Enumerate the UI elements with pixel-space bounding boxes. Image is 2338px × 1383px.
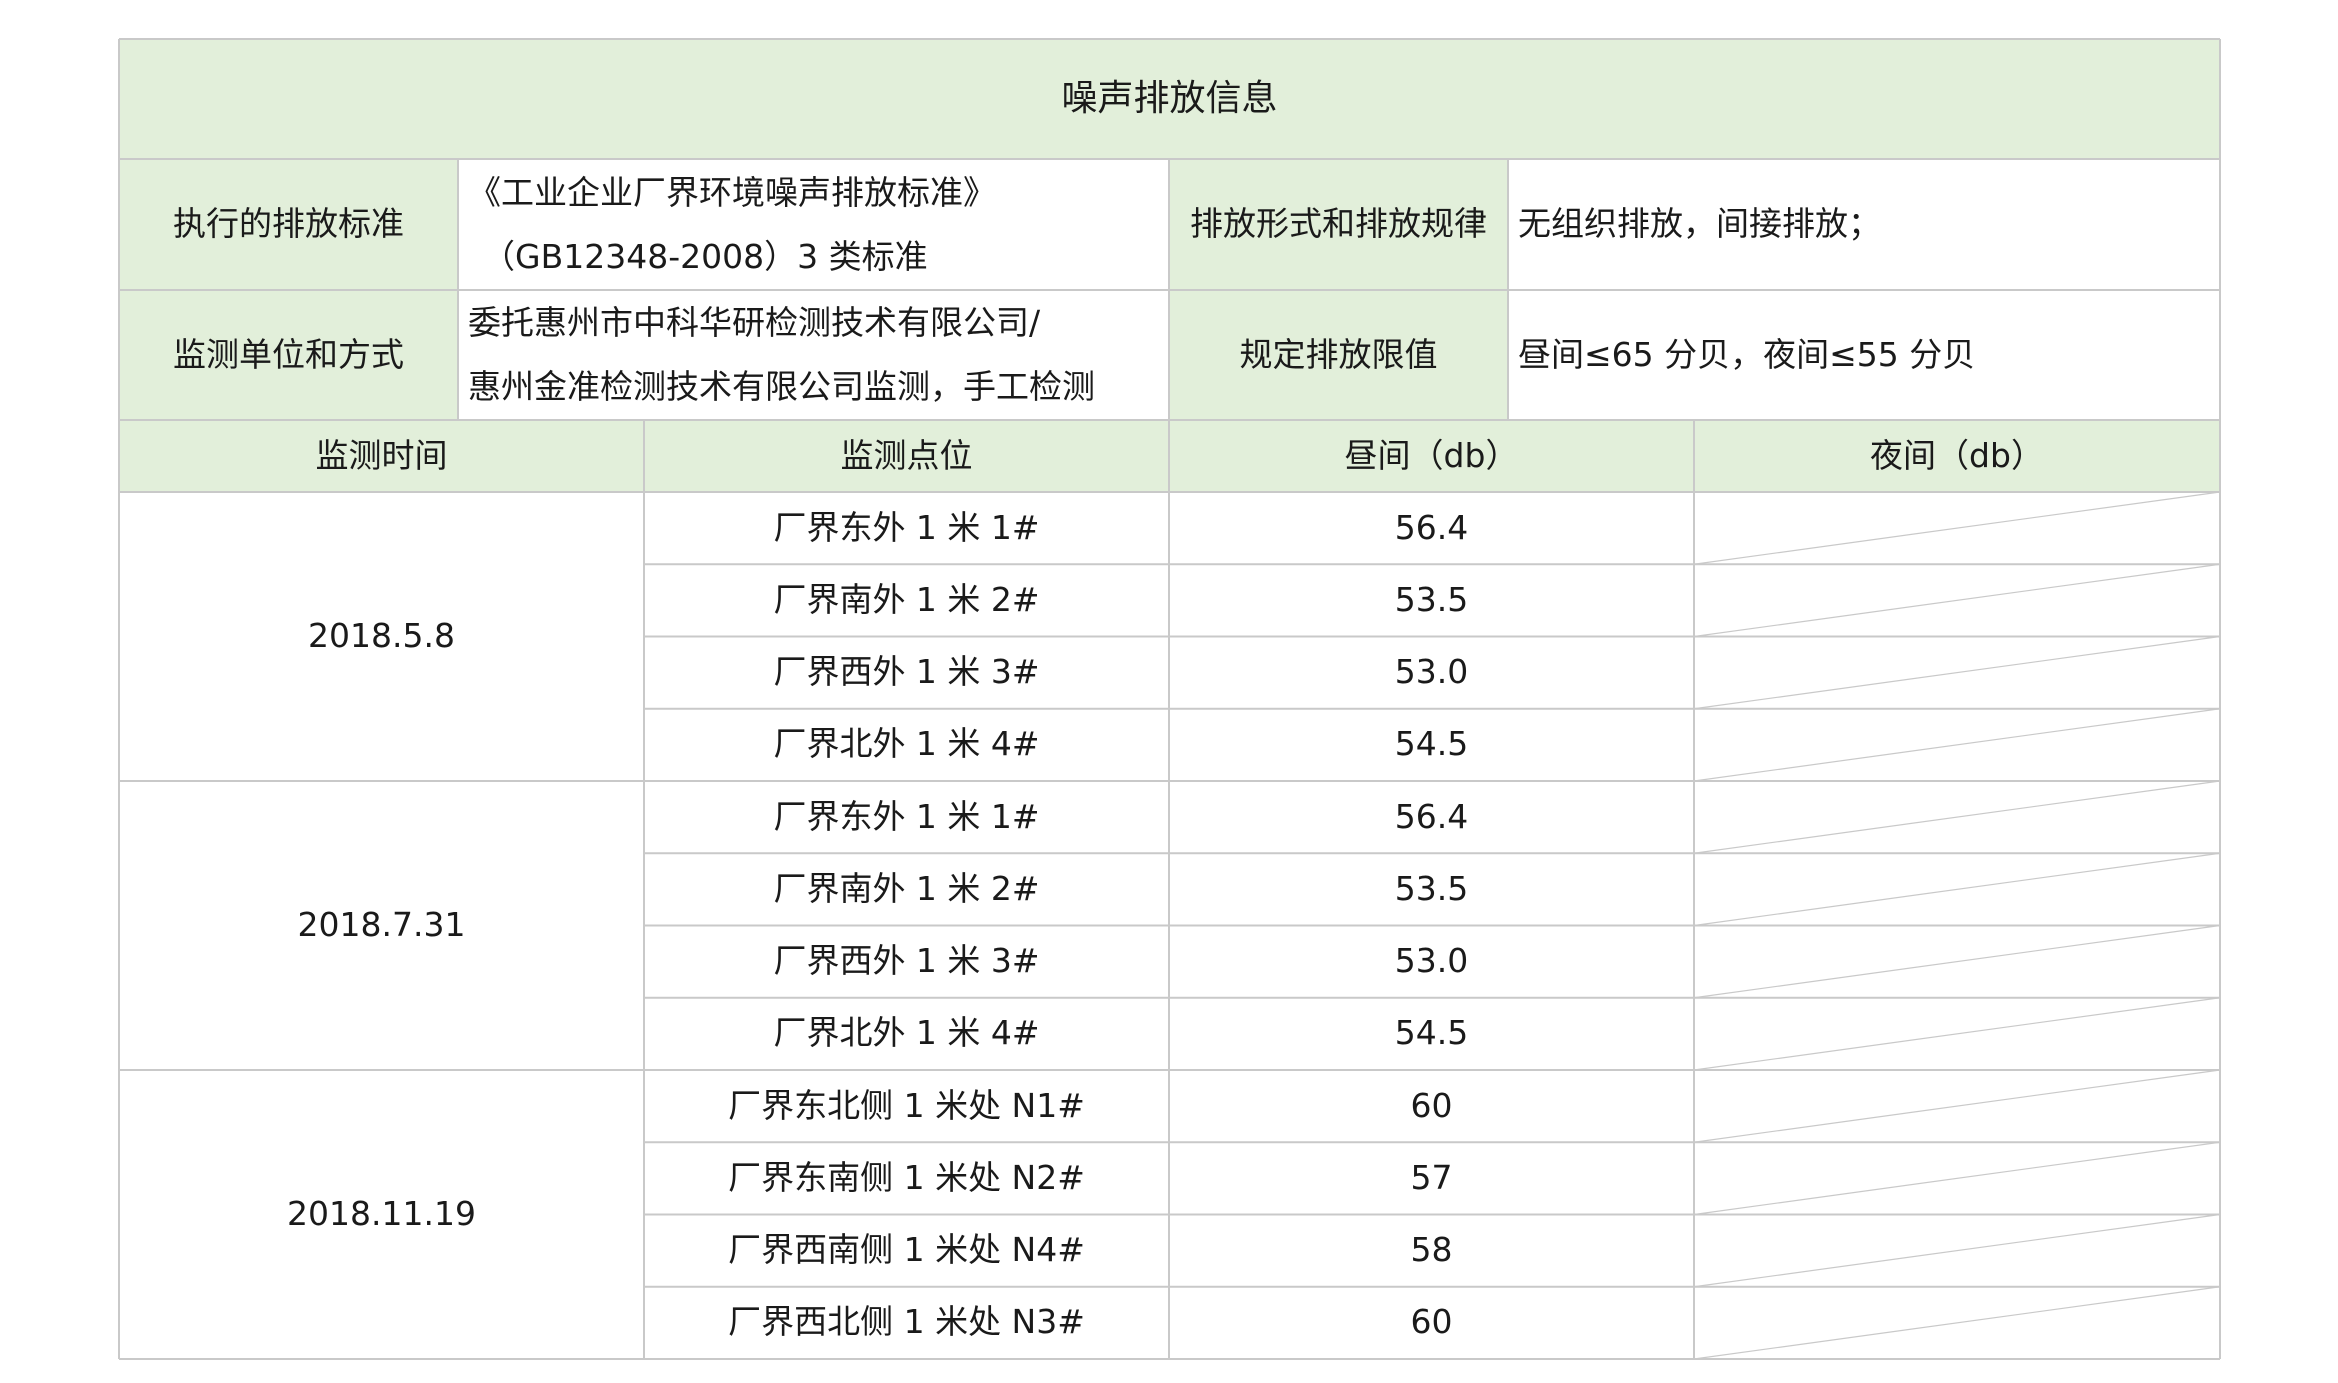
standard-value-line-1: 《工业企业厂界环境噪声排放标准》 (468, 172, 996, 212)
monitor-unit-value: 委托惠州市中科华研检测技术有限公司/惠州金准检测技术有限公司监测，手工检测 (458, 290, 1169, 420)
monitor-point: 厂界西南侧 1 米处 N4# (728, 1230, 1085, 1270)
header-day-db: 昼间（db） (1344, 435, 1519, 475)
monitor-point: 厂界西外 1 米 3# (773, 652, 1040, 692)
day-value: 54.5 (1394, 1013, 1469, 1053)
monitor-point: 厂界东北侧 1 米处 N1# (728, 1085, 1085, 1125)
monitor-point: 厂界西外 1 米 3# (773, 941, 1040, 981)
header-night-db: 夜间（db） (1870, 435, 2044, 475)
day-value: 54.5 (1394, 724, 1469, 764)
monitor-point: 厂界南外 1 米 2# (773, 868, 1040, 908)
monitor-point: 厂界东外 1 米 1# (773, 507, 1040, 547)
day-value: 53.5 (1394, 579, 1469, 619)
day-value: 60 (1410, 1302, 1453, 1342)
monitor-unit-value-line-2: 惠州金准检测技术有限公司监测，手工检测 (468, 367, 1095, 406)
monitor-date: 2018.5.8 (308, 616, 455, 656)
header-monitor-point: 监测点位 (840, 435, 973, 475)
night-value (1694, 637, 2220, 709)
day-value: 60 (1410, 1085, 1453, 1125)
monitor-point: 厂界西北侧 1 米处 N3# (728, 1302, 1085, 1342)
day-value: 56.4 (1394, 796, 1469, 836)
monitor-point: 厂界北外 1 米 4# (773, 724, 1040, 764)
standard-value: 《工业企业厂界环境噪声排放标准》 （GB12348-2008）3 类标准 (458, 159, 1169, 290)
day-value: 56.4 (1394, 507, 1469, 547)
monitor-point: 厂界东南侧 1 米处 N2# (728, 1157, 1085, 1197)
day-value: 57 (1410, 1157, 1453, 1197)
day-value: 58 (1410, 1230, 1453, 1270)
monitor-point: 厂界东外 1 米 1# (773, 796, 1040, 836)
night-value (1694, 1070, 2220, 1142)
monitor-unit-label: 监测单位和方式 (173, 334, 404, 374)
day-value: 53.5 (1394, 868, 1469, 908)
night-value (1694, 1215, 2220, 1287)
header-monitor-time: 监测时间 (315, 435, 448, 475)
standard-value-line-2: （GB12348-2008）3 类标准 (482, 236, 928, 276)
day-value: 53.0 (1394, 652, 1469, 692)
mode-label: 排放形式和排放规律 (1190, 204, 1487, 244)
night-value (1694, 853, 2220, 925)
noise-emission-table: 噪声排放信息执行的排放标准 《工业企业厂界环境噪声排放标准》 （GB12348-20… (118, 38, 2221, 1360)
night-value (1694, 1142, 2220, 1214)
standard-label: 执行的排放标准 (173, 204, 404, 244)
night-value (1694, 781, 2220, 853)
mode-value: 无组织排放，间接排放； (1518, 204, 1881, 244)
night-value (1694, 564, 2220, 636)
night-value (1694, 1287, 2220, 1359)
night-value (1694, 492, 2220, 564)
limit-label: 规定排放限值 (1239, 334, 1438, 374)
monitor-date: 2018.11.19 (287, 1194, 476, 1234)
table-title: 噪声排放信息 (1061, 77, 1278, 119)
monitor-date: 2018.7.31 (297, 905, 466, 945)
limit-value: 昼间≤65 分贝，夜间≤55 分贝 (1518, 334, 1976, 374)
monitor-point: 厂界北外 1 米 4# (773, 1013, 1040, 1053)
monitor-point: 厂界南外 1 米 2# (773, 579, 1040, 619)
night-value (1694, 998, 2220, 1070)
day-value: 53.0 (1394, 941, 1469, 981)
night-value (1694, 926, 2220, 998)
night-value (1694, 709, 2220, 781)
monitor-unit-value-line-1: 委托惠州市中科华研检测技术有限公司/ (468, 303, 1041, 342)
